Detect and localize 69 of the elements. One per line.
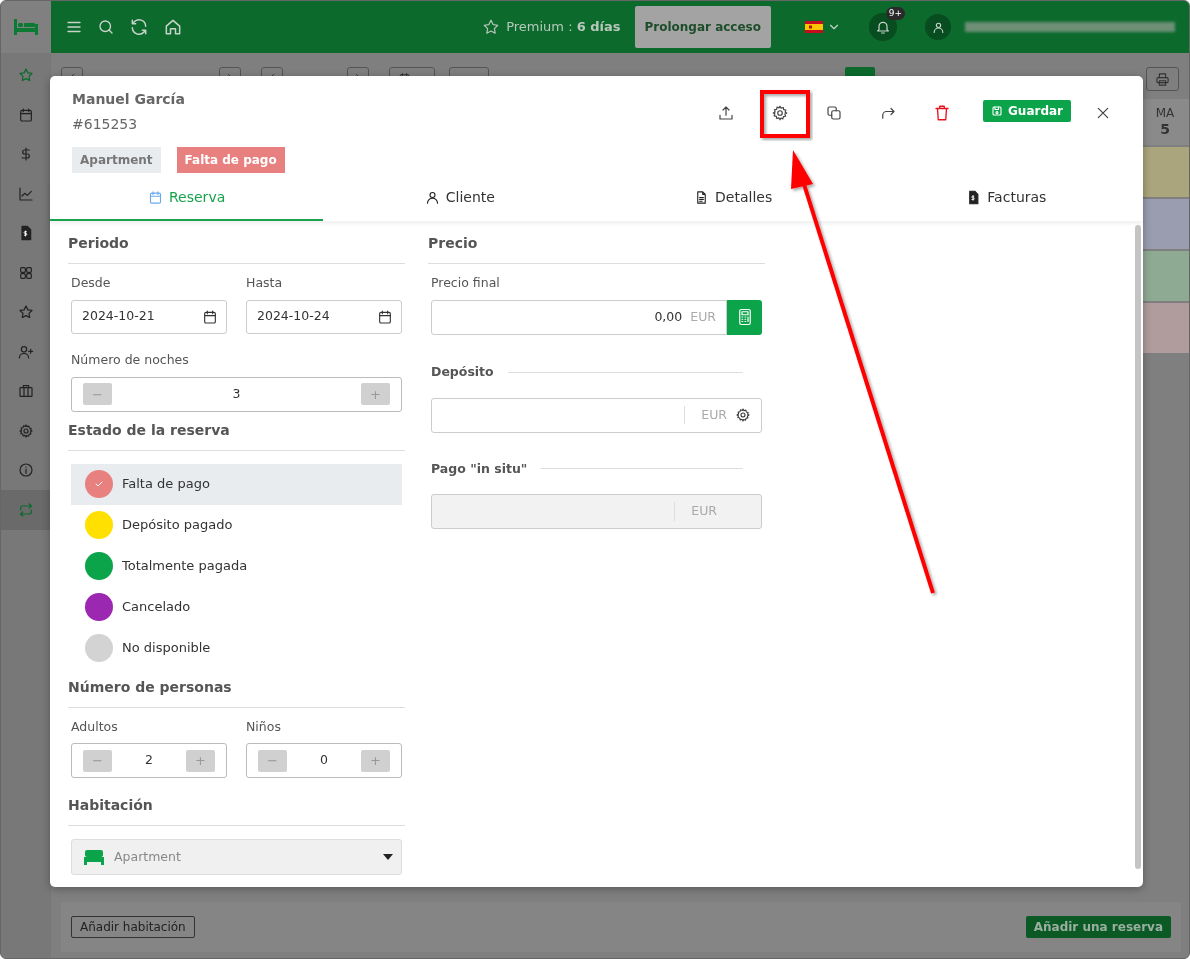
- field-label: Número de noches: [71, 350, 190, 369]
- print-button[interactable]: [1146, 67, 1179, 91]
- bed-icon: [84, 849, 104, 866]
- add-user-icon: [18, 343, 34, 360]
- star-icon: [18, 67, 34, 83]
- status-tag: Apartment: [72, 147, 161, 173]
- guest-name: Manuel García: [72, 90, 186, 109]
- field-label: Adultos: [71, 717, 119, 736]
- upload-icon: [717, 104, 735, 122]
- save-icon: [991, 105, 1003, 117]
- section-title: Periodo: [68, 233, 405, 264]
- field-label: Precio final: [431, 274, 501, 292]
- status-tag: Falta de pago: [176, 147, 285, 173]
- status-option[interactable]: Falta de pago: [71, 463, 402, 505]
- price-field[interactable]: 0,00 EUR: [431, 299, 727, 335]
- premium-text: Premium : 6 días: [506, 18, 621, 37]
- field-label: Niños: [246, 717, 282, 736]
- day-number: 5: [1159, 120, 1171, 138]
- user-icon: [424, 190, 440, 205]
- settings-icon: [771, 104, 789, 122]
- section-title: Habitación: [68, 795, 405, 827]
- settings-icon[interactable]: [735, 407, 751, 423]
- search-icon[interactable]: [97, 18, 115, 36]
- status-option[interactable]: No disponible: [71, 627, 402, 669]
- day-name: MA: [1154, 106, 1176, 121]
- printer-icon: [1155, 71, 1170, 87]
- settings-icon: [18, 422, 34, 439]
- section-title: Estado de la reserva: [68, 419, 405, 451]
- info-icon: [18, 462, 34, 479]
- calculator-button[interactable]: [727, 299, 762, 335]
- tab[interactable]: Cliente: [323, 181, 597, 221]
- section-title: Número de personas: [68, 676, 405, 708]
- close-icon: [1095, 105, 1111, 121]
- tab[interactable]: Detalles: [596, 181, 870, 221]
- status-option[interactable]: Depósito pagado: [71, 504, 402, 546]
- bell-icon: [875, 19, 891, 35]
- scrollbar[interactable]: [1135, 225, 1141, 869]
- spanish-flag-icon[interactable]: [805, 21, 823, 33]
- extend-access-button[interactable]: Prolongar acceso: [634, 6, 771, 48]
- repeat-icon: [18, 501, 34, 518]
- notification-badge: 9+: [885, 7, 905, 20]
- briefcase-icon: [18, 383, 34, 400]
- caret-icon: [383, 854, 393, 861]
- refresh-icon[interactable]: [129, 17, 149, 37]
- date-field[interactable]: 2024-10-24: [246, 299, 402, 334]
- add-booking-button[interactable]: Añadir una reserva: [1025, 916, 1171, 938]
- highlight-frame: [760, 90, 810, 138]
- chart-icon: [18, 185, 34, 202]
- invoice-icon: [18, 225, 34, 242]
- add-room-button[interactable]: Añadir habitación: [71, 916, 195, 938]
- star-icon: [18, 304, 34, 321]
- copy-icon: [825, 104, 843, 122]
- field-label: Desde: [71, 274, 112, 292]
- trash-icon: [933, 104, 951, 122]
- user-avatar[interactable]: [925, 14, 951, 40]
- field-label: Hasta: [246, 274, 284, 292]
- invoice-icon: [966, 190, 982, 205]
- user-icon: [931, 20, 945, 34]
- field-label: Pago "in situ": [431, 459, 528, 478]
- status-option[interactable]: Totalmente pagada: [71, 545, 402, 587]
- status-option[interactable]: Cancelado: [71, 586, 402, 628]
- tab[interactable]: Facturas: [869, 181, 1143, 221]
- section-title: Precio: [428, 233, 765, 264]
- booking-id: #615253: [72, 115, 139, 134]
- date-field[interactable]: 2024-10-21: [71, 299, 227, 334]
- star-icon: [482, 18, 501, 36]
- field-label: Depósito: [431, 362, 494, 381]
- home-icon[interactable]: [163, 17, 183, 37]
- grid-icon: [18, 264, 34, 281]
